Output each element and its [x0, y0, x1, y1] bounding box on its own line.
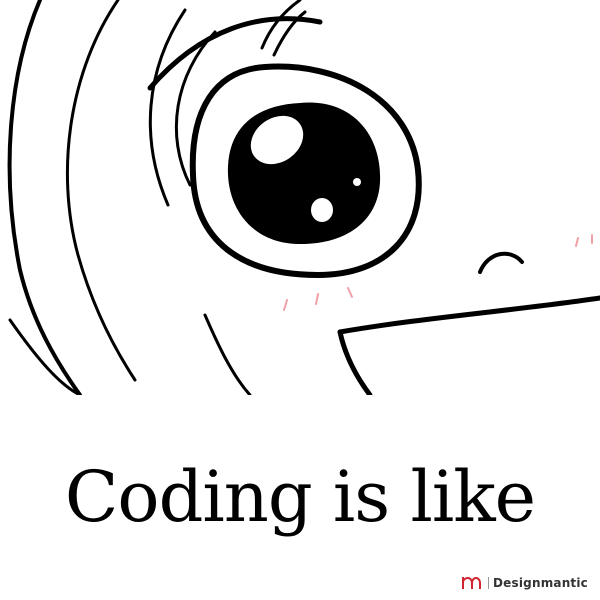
pupil — [227, 102, 381, 245]
cheek-stroke — [8, 318, 82, 395]
head-mid-arc — [148, 8, 187, 207]
cartoon-creature-illustration — [7, 0, 600, 395]
nostril-icon — [478, 251, 524, 274]
brand-name: Designmantic — [493, 576, 588, 590]
brand-divider — [488, 577, 489, 589]
jaw-line — [337, 329, 373, 395]
brand-watermark: Designmantic — [462, 576, 588, 590]
dm-logo-icon — [462, 576, 481, 589]
meme-caption: Coding is like — [64, 456, 536, 538]
head-inner-arc — [65, 0, 137, 382]
mouth-line — [337, 295, 600, 335]
cheek-lower-stroke — [203, 313, 252, 395]
meme-canvas: Coding is like Designmantic — [0, 0, 600, 600]
eye-highlight-small — [311, 198, 333, 222]
eye-sparkle — [353, 178, 361, 186]
